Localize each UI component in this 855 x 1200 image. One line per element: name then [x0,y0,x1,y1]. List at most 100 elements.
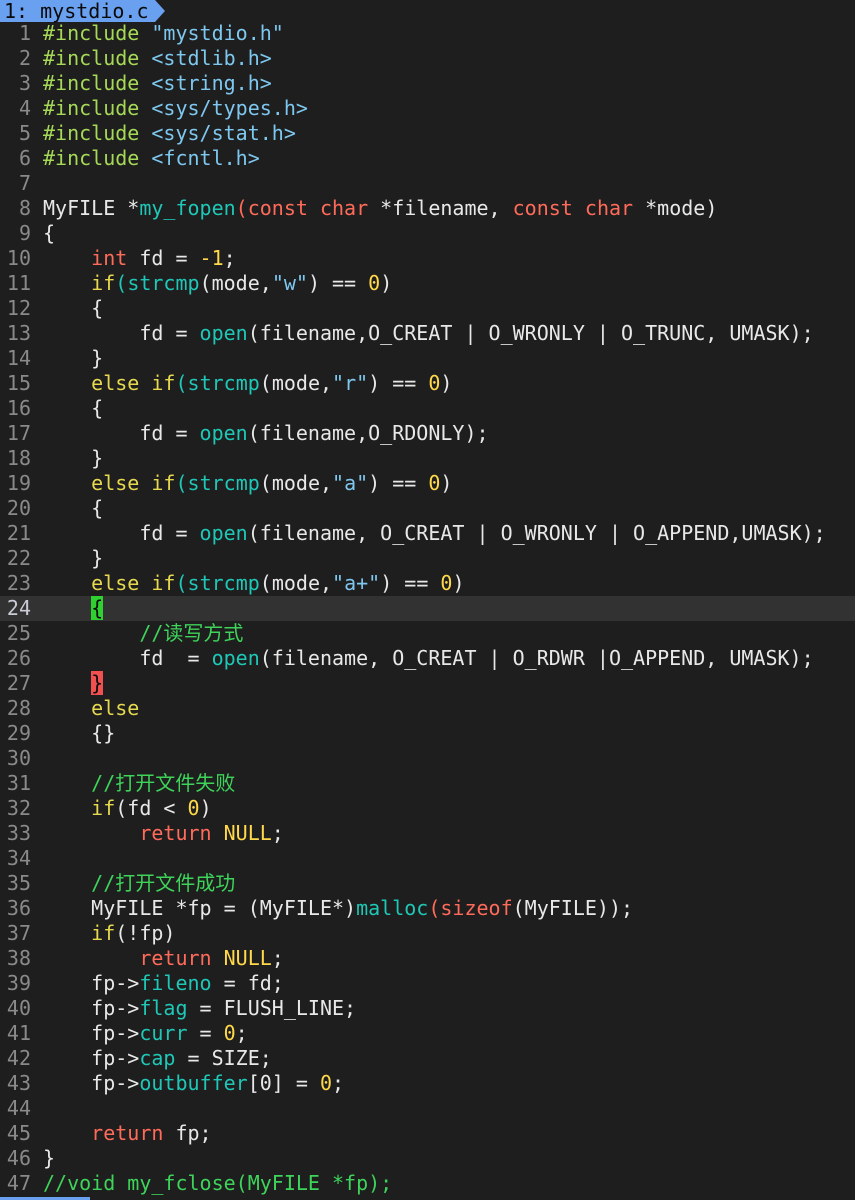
code-line[interactable]: 21 fd = open(filename, O_CREAT | O_WRONL… [0,521,855,546]
code-text: #include "mystdio.h" [43,21,284,46]
code-token: char [584,196,634,220]
code-line[interactable]: 26 fd = open(filename, O_CREAT | O_RDWR … [0,646,855,671]
code-token: strcmp [187,571,260,595]
code-line[interactable]: 12 { [0,296,855,321]
tabline: 1: mystdio.c [0,0,855,22]
code-line[interactable]: 29 {} [0,721,855,746]
code-token: else [91,696,140,720]
code-line[interactable]: 35 //打开文件成功 [0,871,855,896]
code-line[interactable]: 9{ [0,221,855,246]
code-line[interactable]: 42 fp->cap = SIZE; [0,1046,855,1071]
code-line[interactable]: 44 [0,1096,855,1121]
code-line[interactable]: 28 else [0,696,855,721]
line-number: 5 [18,121,31,145]
code-token: sizeof [440,896,513,920]
code-token: NULL [223,821,272,845]
code-text: } [43,346,103,371]
tab-mystdio-c[interactable]: 1: mystdio.c [0,0,155,22]
code-line[interactable]: 14 } [0,346,855,371]
code-token: fd = [127,246,200,270]
code-line[interactable]: 8 MyFILE *my_fopen(const char *filename, … [0,196,855,221]
code-token: = SIZE; [175,1046,272,1070]
code-text: { [43,221,55,246]
code-text: fp->cap = SIZE; [43,1046,272,1071]
code-line[interactable]: 18 } [0,446,855,471]
code-token: fp-> [43,1021,140,1045]
code-line[interactable]: 13 fd = open(filename,O_CREAT | O_WRONLY… [0,321,855,346]
code-token: 0 [368,271,381,295]
code-token: #include [43,121,140,145]
code-line[interactable]: 24 { [0,596,855,621]
code-line[interactable]: 30 [0,746,855,771]
code-token: 0 [440,571,453,595]
code-token: else [91,371,140,395]
line-number: 47 [6,1171,31,1195]
code-token: } [43,346,104,370]
code-line[interactable]: 25 //读写方式 [0,621,855,646]
code-token: *mode) [633,196,718,220]
code-line[interactable]: 23 else if(strcmp(mode,"a+") == 0) [0,571,855,596]
code-line[interactable]: 20 { [0,496,855,521]
code-line[interactable]: 17 fd = open(filename,O_RDONLY); [0,421,855,446]
line-number: 22 [6,546,31,570]
code-line[interactable]: 22 } [0,546,855,571]
code-line[interactable]: 3 #include <string.h> [0,71,855,96]
code-line[interactable]: 16 { [0,396,855,421]
line-number: 29 [6,721,31,745]
code-token: (MyFILE)); [512,896,634,920]
code-editor[interactable]: 1 #include "mystdio.h" 2 #include <stdlib.h… [0,21,855,1196]
code-line[interactable]: 15 else if(strcmp(mode,"r") == 0) [0,371,855,396]
code-line[interactable]: 4 #include <sys/types.h> [0,96,855,121]
code-token: [ [247,1071,260,1095]
code-line[interactable]: 10 int fd = -1; [0,246,855,271]
code-line[interactable]: 2 #include <stdlib.h> [0,46,855,71]
code-line[interactable]: 7 [0,171,855,196]
code-token: #include [43,21,140,45]
code-line[interactable]: 5 #include <sys/stat.h> [0,121,855,146]
code-line[interactable]: 45 return fp; [0,1121,855,1146]
code-token: <sys/types.h> [151,96,308,120]
code-line[interactable]: 11 if(strcmp(mode,"w") == 0) [0,271,855,296]
code-token: fd = [43,521,200,545]
code-text: {} [43,721,115,746]
code-token: const [512,196,573,220]
code-token: <fcntl.h> [151,146,260,170]
code-line[interactable]: 19 else if(strcmp(mode,"a") == 0) [0,471,855,496]
code-line[interactable]: 38 return NULL; [0,946,855,971]
code-line[interactable]: 31 //打开文件失败 [0,771,855,796]
code-line[interactable]: 32 if(fd < 0) [0,796,855,821]
code-line[interactable]: 43 fp->outbuffer[0] = 0; [0,1071,855,1096]
code-token: ( [175,371,188,395]
code-line[interactable]: 47 //void my_fclose(MyFILE *fp); [0,1171,855,1196]
code-token: ) [452,571,465,595]
code-line[interactable]: 37 if(!fp) [0,921,855,946]
code-token: } [43,1146,56,1170]
line-number: 28 [6,696,31,720]
code-token: 0 [428,471,441,495]
line-number: 21 [6,521,31,545]
code-token: fd = [43,321,200,345]
code-token: (mode, [259,471,333,495]
code-text: if(!fp) [43,921,175,946]
code-token: open [199,321,248,345]
code-line[interactable]: 41 fp->curr = 0; [0,1021,855,1046]
code-line[interactable]: 34 [0,846,855,871]
code-token: ) == [368,471,429,495]
code-line[interactable]: 33 return NULL; [0,821,855,846]
code-token: ) [440,371,453,395]
code-line[interactable]: 39 fp->fileno = fd; [0,971,855,996]
code-token: my_fopen [139,196,236,220]
code-line[interactable]: 1 #include "mystdio.h" [0,21,855,46]
code-token: const [247,196,308,220]
code-line[interactable]: 40 fp->flag = FLUSH_LINE; [0,996,855,1021]
code-line[interactable]: 6 #include <fcntl.h> [0,146,855,171]
code-line[interactable]: 27 } [0,671,855,696]
code-line[interactable]: 36 MyFILE *fp = (MyFILE*)malloc(sizeof(M… [0,896,855,921]
code-text: { [43,496,103,521]
code-line[interactable]: 46} [0,1146,855,1171]
line-number: 20 [6,496,31,520]
